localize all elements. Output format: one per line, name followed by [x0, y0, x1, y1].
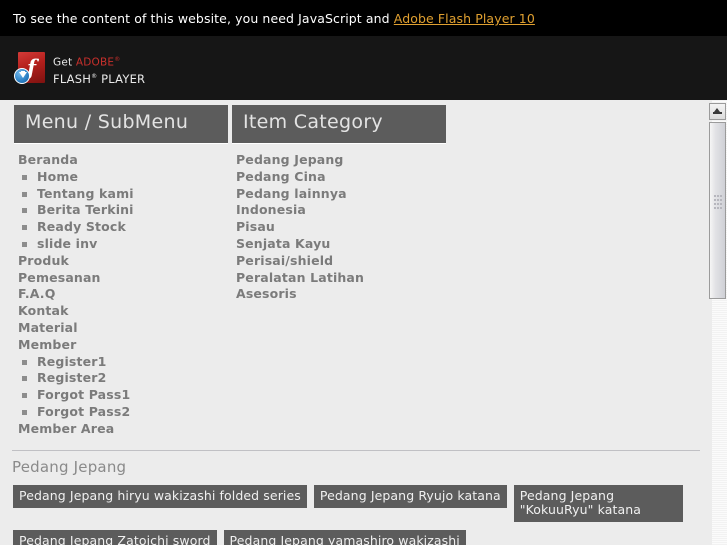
flash-badge-line1: Get ADOBE® — [53, 53, 145, 70]
menu-item[interactable]: Beranda — [14, 152, 228, 169]
menu-subitem[interactable]: Forgot Pass2 — [14, 404, 228, 421]
grip-dot — [714, 199, 716, 201]
scroll-up-button[interactable] — [709, 103, 726, 120]
section-title: Pedang Jepang — [12, 458, 127, 476]
grip-dot — [714, 195, 716, 197]
menu-item[interactable]: Material — [14, 320, 228, 337]
adobe-flash-player-icon: f — [14, 52, 47, 85]
menu-subitem[interactable]: slide inv — [14, 236, 228, 253]
product-tag-list: Pedang Jepang hiryu wakizashi folded ser… — [0, 485, 712, 545]
menu-subitem[interactable]: Register2 — [14, 370, 228, 387]
product-tag[interactable]: Pedang Jepang hiryu wakizashi folded ser… — [13, 485, 307, 508]
vertical-scroll-thumb[interactable] — [709, 122, 726, 299]
item-category-list: Pedang Jepang Pedang Cina Pedang lainnya In… — [232, 152, 446, 303]
menu-subitem[interactable]: Ready Stock — [14, 219, 228, 236]
flash-content-area: Menu / SubMenu Beranda Home Tentang kami Be… — [0, 100, 712, 545]
javascript-flash-notice-bar: To see the content of this website, you … — [0, 0, 727, 36]
adobe-flash-player-link[interactable]: Adobe Flash Player 10 — [394, 11, 535, 26]
category-item[interactable]: Pedang Cina — [232, 169, 446, 186]
category-item[interactable]: Perisai/shield — [232, 253, 446, 270]
menu-item[interactable]: Member — [14, 337, 228, 354]
grip-dot — [714, 207, 716, 209]
player-word: PLAYER — [97, 71, 146, 86]
menu-subitem[interactable]: Tentang kami — [14, 186, 228, 203]
menu-submenu-column: Menu / SubMenu Beranda Home Tentang kami Be… — [14, 105, 228, 438]
grip-dot — [717, 203, 719, 205]
item-category-column: Item Category Pedang Jepang Pedang Cina Pe… — [232, 105, 446, 303]
grip-dot — [720, 199, 722, 201]
notice-text: To see the content of this website, you … — [13, 11, 394, 26]
flash-badge-strip: f Get ADOBE® FLASH® PLAYER — [0, 36, 727, 100]
product-tag[interactable]: Pedang Jepang "KokuuRyu" katana — [513, 485, 683, 522]
download-arrow-head — [19, 72, 27, 78]
grip-dot — [714, 203, 716, 205]
get-word: Get — [53, 56, 76, 69]
product-tag[interactable]: Pedang Jepang Zatoichi sword — [13, 530, 217, 545]
scroll-up-icon — [713, 108, 722, 115]
download-arrow-icon — [14, 68, 30, 84]
menu-submenu-list: Beranda Home Tentang kami Berita Terkini Rea… — [14, 152, 228, 438]
menu-subitem[interactable]: Berita Terkini — [14, 202, 228, 219]
grip-dot — [720, 203, 722, 205]
section-divider — [12, 450, 700, 451]
grip-dot — [717, 207, 719, 209]
category-item[interactable]: Indonesia — [232, 202, 446, 219]
item-category-header: Item Category — [232, 105, 446, 143]
category-item[interactable]: Pedang lainnya — [232, 186, 446, 203]
menu-subitem[interactable]: Register1 — [14, 354, 228, 371]
adobe-word: ADOBE — [75, 56, 115, 69]
category-item[interactable]: Peralatan Latihan — [232, 270, 446, 287]
menu-item[interactable]: Member Area — [14, 421, 228, 438]
menu-subitem[interactable]: Home — [14, 169, 228, 186]
product-tag[interactable]: Pedang Jepang Ryujo katana — [313, 485, 507, 508]
flash-badge-line2: FLASH® PLAYER — [53, 70, 145, 86]
category-item[interactable]: Pisau — [232, 219, 446, 236]
category-item[interactable]: Pedang Jepang — [232, 152, 446, 169]
scroll-up-arrow-base — [713, 112, 722, 114]
flash-badge-text: Get ADOBE® FLASH® PLAYER — [53, 53, 145, 85]
grip-dot — [720, 207, 722, 209]
grip-dot — [717, 199, 719, 201]
grip-dot — [717, 195, 719, 197]
category-item[interactable]: Senjata Kayu — [232, 236, 446, 253]
product-tag[interactable]: Pedang Jepang yamashiro wakizashi — [223, 530, 466, 545]
menu-item[interactable]: Produk — [14, 253, 228, 270]
vertical-scrollbar[interactable] — [709, 103, 726, 299]
get-adobe-flash-player-button[interactable]: f Get ADOBE® FLASH® PLAYER — [14, 52, 184, 86]
menu-subitem[interactable]: Forgot Pass1 — [14, 387, 228, 404]
adobe-registered-mark: ® — [114, 56, 121, 63]
grip-dot — [720, 195, 722, 197]
menu-item[interactable]: Pemesanan — [14, 270, 228, 287]
category-item[interactable]: Asesoris — [232, 286, 446, 303]
menu-item[interactable]: Kontak — [14, 303, 228, 320]
scroll-thumb-grip-icon — [714, 195, 722, 211]
page-root: To see the content of this website, you … — [0, 0, 727, 545]
menu-submenu-header: Menu / SubMenu — [14, 105, 228, 143]
flash-word: FLASH — [53, 71, 92, 86]
menu-item[interactable]: F.A.Q — [14, 286, 228, 303]
